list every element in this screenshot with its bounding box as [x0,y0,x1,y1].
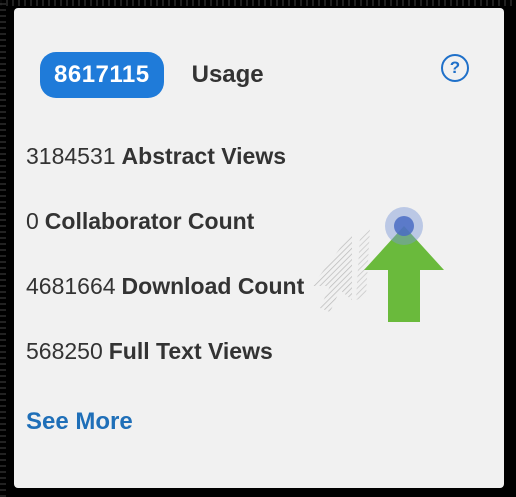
frame-border-left [0,0,6,497]
metric-value: 0 [26,208,39,234]
metric-label: Collaborator Count [44,208,255,234]
usage-total-badge: 8617115 [40,52,164,98]
metric-value: 568250 [26,338,103,364]
metric-full-text-views: 568250 Full Text Views [26,338,273,365]
screenshot-frame: 8617115 Usage ? 3184531 Abstract Views 0C… [0,0,516,497]
see-more-link[interactable]: See More [26,408,133,436]
frame-border-top [0,0,516,6]
help-icon[interactable]: ? [441,54,469,82]
usage-title: Usage [191,61,264,88]
metric-value: 4681664 [26,273,116,299]
metric-value: 3184531 [26,143,116,169]
metric-download-count: 4681664 Download Count [26,273,304,300]
usage-header: 8617115 Usage [40,52,264,98]
metric-label: Full Text Views [108,338,273,364]
metric-collaborator-count: 0 Collaborator Count [26,208,254,235]
metric-label: Download Count [121,273,305,299]
metric-abstract-views: 3184531 Abstract Views [26,143,286,170]
metric-label: Abstract Views [121,143,287,169]
